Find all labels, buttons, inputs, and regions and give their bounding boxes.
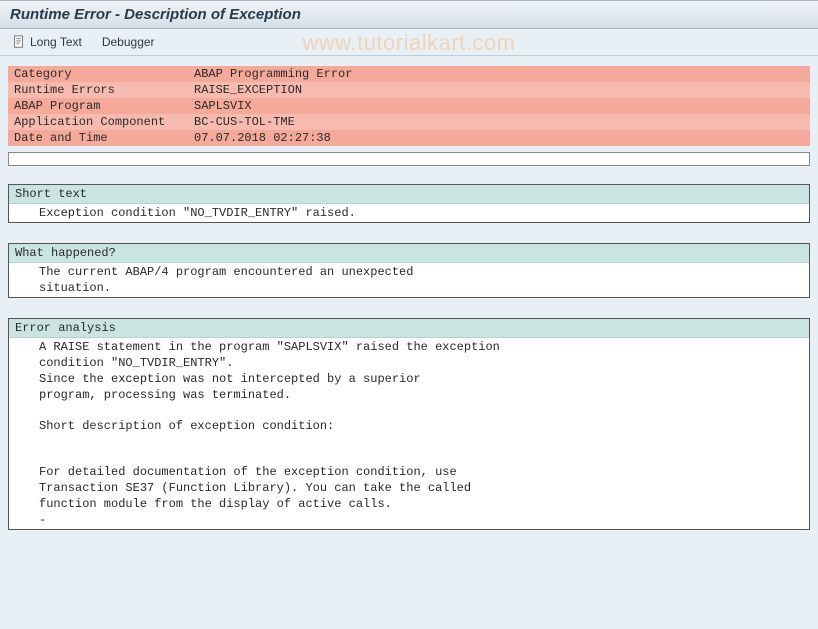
- text-line: Transaction SE37 (Function Library). You…: [9, 480, 809, 496]
- section-body: The current ABAP/4 program encountered a…: [9, 263, 809, 297]
- long-text-label: Long Text: [30, 35, 82, 49]
- debugger-label: Debugger: [102, 35, 155, 49]
- text-line: [9, 434, 809, 449]
- text-line: [9, 449, 809, 464]
- table-row: Runtime Errors RAISE_EXCEPTION: [8, 82, 810, 98]
- error-analysis-section: Error analysis A RAISE statement in the …: [8, 318, 810, 530]
- info-value: RAISE_EXCEPTION: [188, 82, 810, 98]
- long-text-button[interactable]: Long Text: [8, 33, 86, 51]
- section-header: Error analysis: [9, 319, 809, 338]
- text-line: -: [9, 512, 809, 528]
- text-line: [9, 403, 809, 418]
- title-bar: Runtime Error - Description of Exception: [0, 0, 818, 29]
- section-header: What happened?: [9, 244, 809, 263]
- short-text-section: Short text Exception condition "NO_TVDIR…: [8, 184, 810, 223]
- section-header: Short text: [9, 185, 809, 204]
- text-line: The current ABAP/4 program encountered a…: [9, 264, 809, 280]
- text-line: condition "NO_TVDIR_ENTRY".: [9, 355, 809, 371]
- toolbar: Long Text Debugger: [0, 29, 818, 56]
- info-value: SAPLSVIX: [188, 98, 810, 114]
- page-title: Runtime Error - Description of Exception: [10, 6, 808, 23]
- divider: [8, 152, 810, 166]
- text-line: Exception condition "NO_TVDIR_ENTRY" rai…: [9, 205, 809, 221]
- table-row: Application Component BC-CUS-TOL-TME: [8, 114, 810, 130]
- info-value: 07.07.2018 02:27:38: [188, 130, 810, 146]
- info-value: BC-CUS-TOL-TME: [188, 114, 810, 130]
- table-row: Date and Time 07.07.2018 02:27:38: [8, 130, 810, 146]
- text-line: situation.: [9, 280, 809, 296]
- info-label: ABAP Program: [8, 98, 188, 114]
- info-value: ABAP Programming Error: [188, 66, 810, 82]
- text-line: For detailed documentation of the except…: [9, 464, 809, 480]
- document-icon: [12, 35, 26, 49]
- text-line: program, processing was terminated.: [9, 387, 809, 403]
- text-line: function module from the display of acti…: [9, 496, 809, 512]
- text-line: Since the exception was not intercepted …: [9, 371, 809, 387]
- info-label: Category: [8, 66, 188, 82]
- table-row: ABAP Program SAPLSVIX: [8, 98, 810, 114]
- info-table: Category ABAP Programming Error Runtime …: [8, 66, 810, 146]
- table-row: Category ABAP Programming Error: [8, 66, 810, 82]
- section-body: A RAISE statement in the program "SAPLSV…: [9, 338, 809, 529]
- debugger-button[interactable]: Debugger: [98, 33, 159, 51]
- section-body: Exception condition "NO_TVDIR_ENTRY" rai…: [9, 204, 809, 222]
- content-area: Category ABAP Programming Error Runtime …: [0, 56, 818, 560]
- text-line: Short description of exception condition…: [9, 418, 809, 434]
- text-line: A RAISE statement in the program "SAPLSV…: [9, 339, 809, 355]
- what-happened-section: What happened? The current ABAP/4 progra…: [8, 243, 810, 298]
- info-label: Application Component: [8, 114, 188, 130]
- info-label: Date and Time: [8, 130, 188, 146]
- info-label: Runtime Errors: [8, 82, 188, 98]
